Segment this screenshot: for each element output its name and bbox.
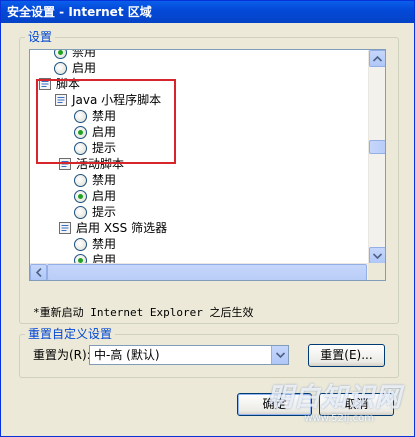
horizontal-scrollbar[interactable] xyxy=(30,263,385,280)
reset-level-value: 中-高 (默认) xyxy=(94,348,160,362)
horizontal-scroll-thumb[interactable] xyxy=(47,264,367,280)
radio-button[interactable] xyxy=(74,205,87,219)
dropdown-button[interactable] xyxy=(271,346,288,364)
chevron-left-icon xyxy=(35,268,42,277)
ok-button[interactable]: 确定 xyxy=(237,393,312,416)
tree-row-label: 禁用 xyxy=(92,173,117,187)
tree-option[interactable]: 提示 xyxy=(74,204,116,220)
scrollbar-corner xyxy=(368,263,385,280)
tree-option[interactable]: 禁用 xyxy=(74,172,116,188)
tree-option[interactable]: 提示 xyxy=(74,140,116,156)
radio-button[interactable] xyxy=(74,109,87,123)
reset-group-label: 重置自定义设置 xyxy=(25,327,116,341)
reset-to-label: 重置为(R): xyxy=(33,348,91,362)
scroll-thumb[interactable] xyxy=(369,140,385,154)
reset-button[interactable]: 重置(E)... xyxy=(308,344,385,367)
radio-button[interactable] xyxy=(74,189,87,203)
settings-group-label: 设置 xyxy=(25,30,56,44)
cancel-button[interactable]: 取消 xyxy=(319,393,394,416)
settings-folder-icon xyxy=(58,221,72,235)
tree-option[interactable]: 启用 xyxy=(54,60,96,76)
tree-option[interactable]: 禁用 xyxy=(74,108,116,124)
settings-folder-icon xyxy=(58,157,72,171)
settings-folder-icon xyxy=(38,77,52,91)
tree-row-label: 提示 xyxy=(92,205,117,219)
tree-row-label: 启用 xyxy=(72,61,97,75)
settings-tree[interactable]: 启用 禁用 启用 XSS 筛选器 提示 启用 禁用 活动脚本 提示 启用 禁用 Java 小程序脚本… xyxy=(29,49,386,281)
settings-folder-icon xyxy=(54,93,68,107)
tree-row-label: 提示 xyxy=(92,141,117,155)
scroll-left-button[interactable] xyxy=(30,264,47,280)
tree-option[interactable]: 禁用 xyxy=(54,49,97,60)
tree-option[interactable]: 启用 xyxy=(74,124,116,140)
radio-button[interactable] xyxy=(54,50,67,59)
tree-row-label: 启用 xyxy=(92,189,117,203)
reset-level-select[interactable]: 中-高 (默认) xyxy=(89,345,289,365)
radio-button[interactable] xyxy=(74,125,87,139)
tree-row-label: 禁用 xyxy=(92,109,117,123)
tree-category[interactable]: Java 小程序脚本 xyxy=(54,92,161,108)
tree-row-label: 活动脚本 xyxy=(76,157,125,171)
tree-row-label: 启用 XSS 筛选器 xyxy=(76,221,168,235)
restart-note: *重新启动 Internet Explorer 之后生效 xyxy=(33,306,254,319)
tree-category[interactable]: 脚本 xyxy=(38,76,80,92)
chevron-down-icon xyxy=(373,252,382,259)
radio-button[interactable] xyxy=(74,173,87,187)
vertical-scrollbar[interactable] xyxy=(368,50,385,264)
radio-button[interactable] xyxy=(54,61,67,75)
title-bar: 安全设置 - Internet 区域 xyxy=(1,1,414,23)
chevron-down-icon xyxy=(275,352,285,358)
tree-option[interactable]: 禁用 xyxy=(74,236,116,252)
tree-row-label: 禁用 xyxy=(92,237,117,251)
security-settings-dialog: 安全设置 - Internet 区域 设置 启用 禁用 启用 XSS 筛选器 提示 启用… xyxy=(0,0,415,437)
tree-category[interactable]: 启用 XSS 筛选器 xyxy=(58,220,167,236)
tree-category[interactable]: 活动脚本 xyxy=(58,156,124,172)
radio-button[interactable] xyxy=(74,141,87,155)
chevron-up-icon xyxy=(373,55,382,62)
tree-row-label: 脚本 xyxy=(56,77,81,91)
radio-button[interactable] xyxy=(74,237,87,251)
scroll-up-button[interactable] xyxy=(369,50,385,67)
tree-option[interactable]: 启用 xyxy=(74,188,116,204)
tree-row-label: Java 小程序脚本 xyxy=(72,93,162,107)
tree-row-label: 启用 xyxy=(92,125,117,139)
scroll-down-button[interactable] xyxy=(369,247,385,264)
tree-row-label: 禁用 xyxy=(72,49,97,59)
